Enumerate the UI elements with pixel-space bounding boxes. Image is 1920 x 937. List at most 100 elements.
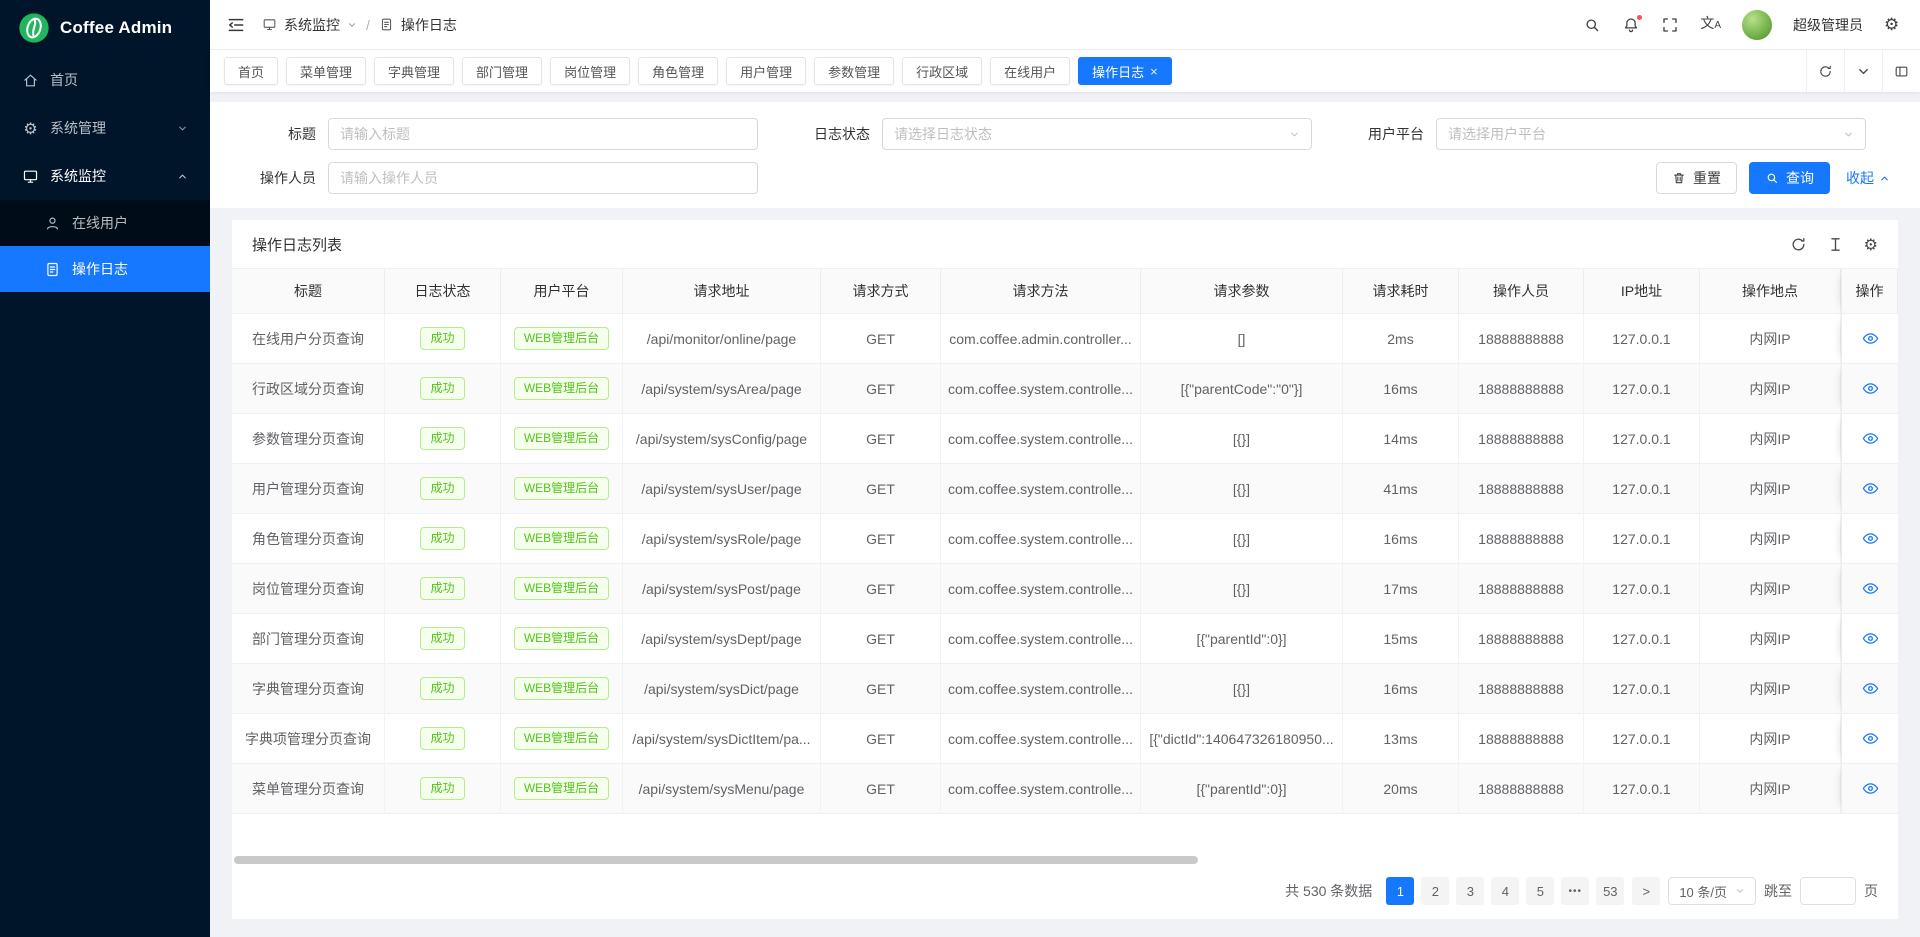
tab-首页[interactable]: 首页: [224, 57, 278, 85]
view-detail-button[interactable]: [1841, 664, 1898, 713]
horizontal-scrollbar[interactable]: [234, 856, 1198, 864]
tab-options-chevron-down-icon[interactable]: [1844, 50, 1882, 92]
cell-location: 内网IP: [1700, 414, 1841, 463]
page-size-value: 10 条/页: [1679, 882, 1727, 901]
tab-行政区域[interactable]: 行政区域: [902, 57, 982, 85]
card-tools: ⚙: [1790, 236, 1878, 253]
table-body: 在线用户分页查询成功WEB管理后台/api/monitor/online/pag…: [232, 314, 1898, 814]
cell-title: 行政区域分页查询: [232, 364, 385, 413]
cell-platform: WEB管理后台: [501, 414, 623, 463]
cell-status: 成功: [385, 664, 501, 713]
tab-在线用户[interactable]: 在线用户: [990, 57, 1070, 85]
table-settings-gear-icon[interactable]: ⚙: [1864, 236, 1878, 253]
tab-岗位管理[interactable]: 岗位管理: [550, 57, 630, 85]
view-detail-button[interactable]: [1841, 614, 1898, 663]
tab-用户管理[interactable]: 用户管理: [726, 57, 806, 85]
tab-操作日志[interactable]: 操作日志×: [1078, 57, 1172, 85]
notification-bell-icon[interactable]: [1622, 16, 1640, 34]
home-icon: [22, 72, 39, 89]
sidebar-item-online-users[interactable]: 在线用户: [0, 200, 210, 246]
fullscreen-icon[interactable]: [1661, 16, 1679, 34]
cell-params: [{"dictId":140647326180950...: [1141, 714, 1343, 763]
status-tag: 成功: [420, 427, 464, 450]
view-detail-button[interactable]: [1841, 414, 1898, 463]
table-row: 用户管理分页查询成功WEB管理后台/api/system/sysUser/pag…: [232, 464, 1898, 514]
view-detail-button[interactable]: [1841, 464, 1898, 513]
log-status-select[interactable]: 请选择日志状态: [882, 118, 1312, 150]
chevron-down-icon: [347, 20, 357, 30]
reset-button[interactable]: 重置: [1656, 162, 1737, 194]
title-input[interactable]: [328, 118, 758, 150]
page-button-53[interactable]: 53: [1596, 877, 1624, 905]
translate-icon[interactable]: 文A: [1700, 14, 1721, 35]
tab-参数管理[interactable]: 参数管理: [814, 57, 894, 85]
reset-label: 重置: [1693, 168, 1721, 188]
column-header: 请求方法: [941, 269, 1141, 313]
page-button-1[interactable]: 1: [1386, 877, 1414, 905]
view-detail-button[interactable]: [1841, 714, 1898, 763]
platform-tag: WEB管理后台: [514, 427, 609, 450]
tab-角色管理[interactable]: 角色管理: [638, 57, 718, 85]
tab-部门管理[interactable]: 部门管理: [462, 57, 542, 85]
jump-page-input[interactable]: [1800, 877, 1856, 905]
search-icon[interactable]: [1583, 16, 1601, 34]
tab-label: 行政区域: [916, 62, 968, 81]
search-icon: [1765, 171, 1779, 185]
cell-ip: 127.0.0.1: [1584, 364, 1700, 413]
cell-operator: 18888888888: [1459, 414, 1584, 463]
next-page-button[interactable]: >: [1632, 877, 1660, 905]
page-button-5[interactable]: 5: [1526, 877, 1554, 905]
filter-actions: 重置 查询 收起: [1656, 162, 1896, 194]
username[interactable]: 超级管理员: [1793, 15, 1863, 35]
view-detail-button[interactable]: [1841, 514, 1898, 563]
breadcrumb-item-system-monitor[interactable]: 系统监控: [284, 15, 340, 35]
page-size-select[interactable]: 10 条/页: [1668, 877, 1756, 905]
avatar[interactable]: [1742, 10, 1772, 40]
column-header: 操作人员: [1459, 269, 1584, 313]
log-icon: [44, 261, 61, 278]
layout-panel-icon[interactable]: [1882, 50, 1920, 92]
cell-duration: 16ms: [1343, 514, 1459, 563]
operator-input[interactable]: [328, 162, 758, 194]
cell-params: []: [1141, 314, 1343, 363]
filter-field-user-platform: 用户平台 请选择用户平台: [1342, 118, 1896, 150]
settings-gear-icon[interactable]: ⚙: [1884, 16, 1902, 34]
status-tag: 成功: [420, 477, 464, 500]
cell-method: GET: [821, 464, 941, 513]
view-detail-button[interactable]: [1841, 364, 1898, 413]
cell-method: GET: [821, 314, 941, 363]
tab-tools: [1806, 50, 1920, 92]
search-button[interactable]: 查询: [1749, 162, 1830, 194]
view-detail-button[interactable]: [1841, 314, 1898, 363]
menu-fold-icon[interactable]: [226, 15, 246, 35]
sidebar-item-home[interactable]: 首页: [0, 56, 210, 104]
page-button-2[interactable]: 2: [1421, 877, 1449, 905]
chevron-up-icon: [177, 171, 188, 182]
sidebar-item-system-management[interactable]: ⚙ 系统管理: [0, 104, 210, 152]
table-row: 字典管理分页查询成功WEB管理后台/api/system/sysDict/pag…: [232, 664, 1898, 714]
cell-location: 内网IP: [1700, 614, 1841, 663]
chevron-up-icon: [1879, 173, 1890, 184]
tab-字典管理[interactable]: 字典管理: [374, 57, 454, 85]
logo: Coffee Admin: [0, 0, 210, 56]
sidebar-item-operation-log[interactable]: 操作日志: [0, 246, 210, 292]
cell-function: com.coffee.admin.controller...: [941, 314, 1141, 363]
pagination-pages: 12345•••53: [1386, 877, 1624, 905]
page-button-4[interactable]: 4: [1491, 877, 1519, 905]
refresh-icon[interactable]: [1790, 236, 1807, 253]
collapse-filter-link[interactable]: 收起: [1846, 168, 1890, 188]
refresh-icon[interactable]: [1806, 50, 1844, 92]
page-button-3[interactable]: 3: [1456, 877, 1484, 905]
view-detail-button[interactable]: [1841, 564, 1898, 613]
column-height-icon[interactable]: [1827, 236, 1844, 253]
view-detail-button[interactable]: [1841, 764, 1898, 813]
sidebar-item-system-monitor[interactable]: 系统监控: [0, 152, 210, 200]
table-row: 在线用户分页查询成功WEB管理后台/api/monitor/online/pag…: [232, 314, 1898, 364]
breadcrumb: 系统监控 / 操作日志: [262, 15, 457, 35]
filter-row-2: 操作人员 重置 查询: [234, 162, 1896, 194]
tab-close-icon[interactable]: ×: [1150, 65, 1158, 78]
user-platform-select[interactable]: 请选择用户平台: [1436, 118, 1866, 150]
cell-url: /api/system/sysDictItem/pa...: [623, 714, 821, 763]
cell-url: /api/system/sysPost/page: [623, 564, 821, 613]
tab-菜单管理[interactable]: 菜单管理: [286, 57, 366, 85]
